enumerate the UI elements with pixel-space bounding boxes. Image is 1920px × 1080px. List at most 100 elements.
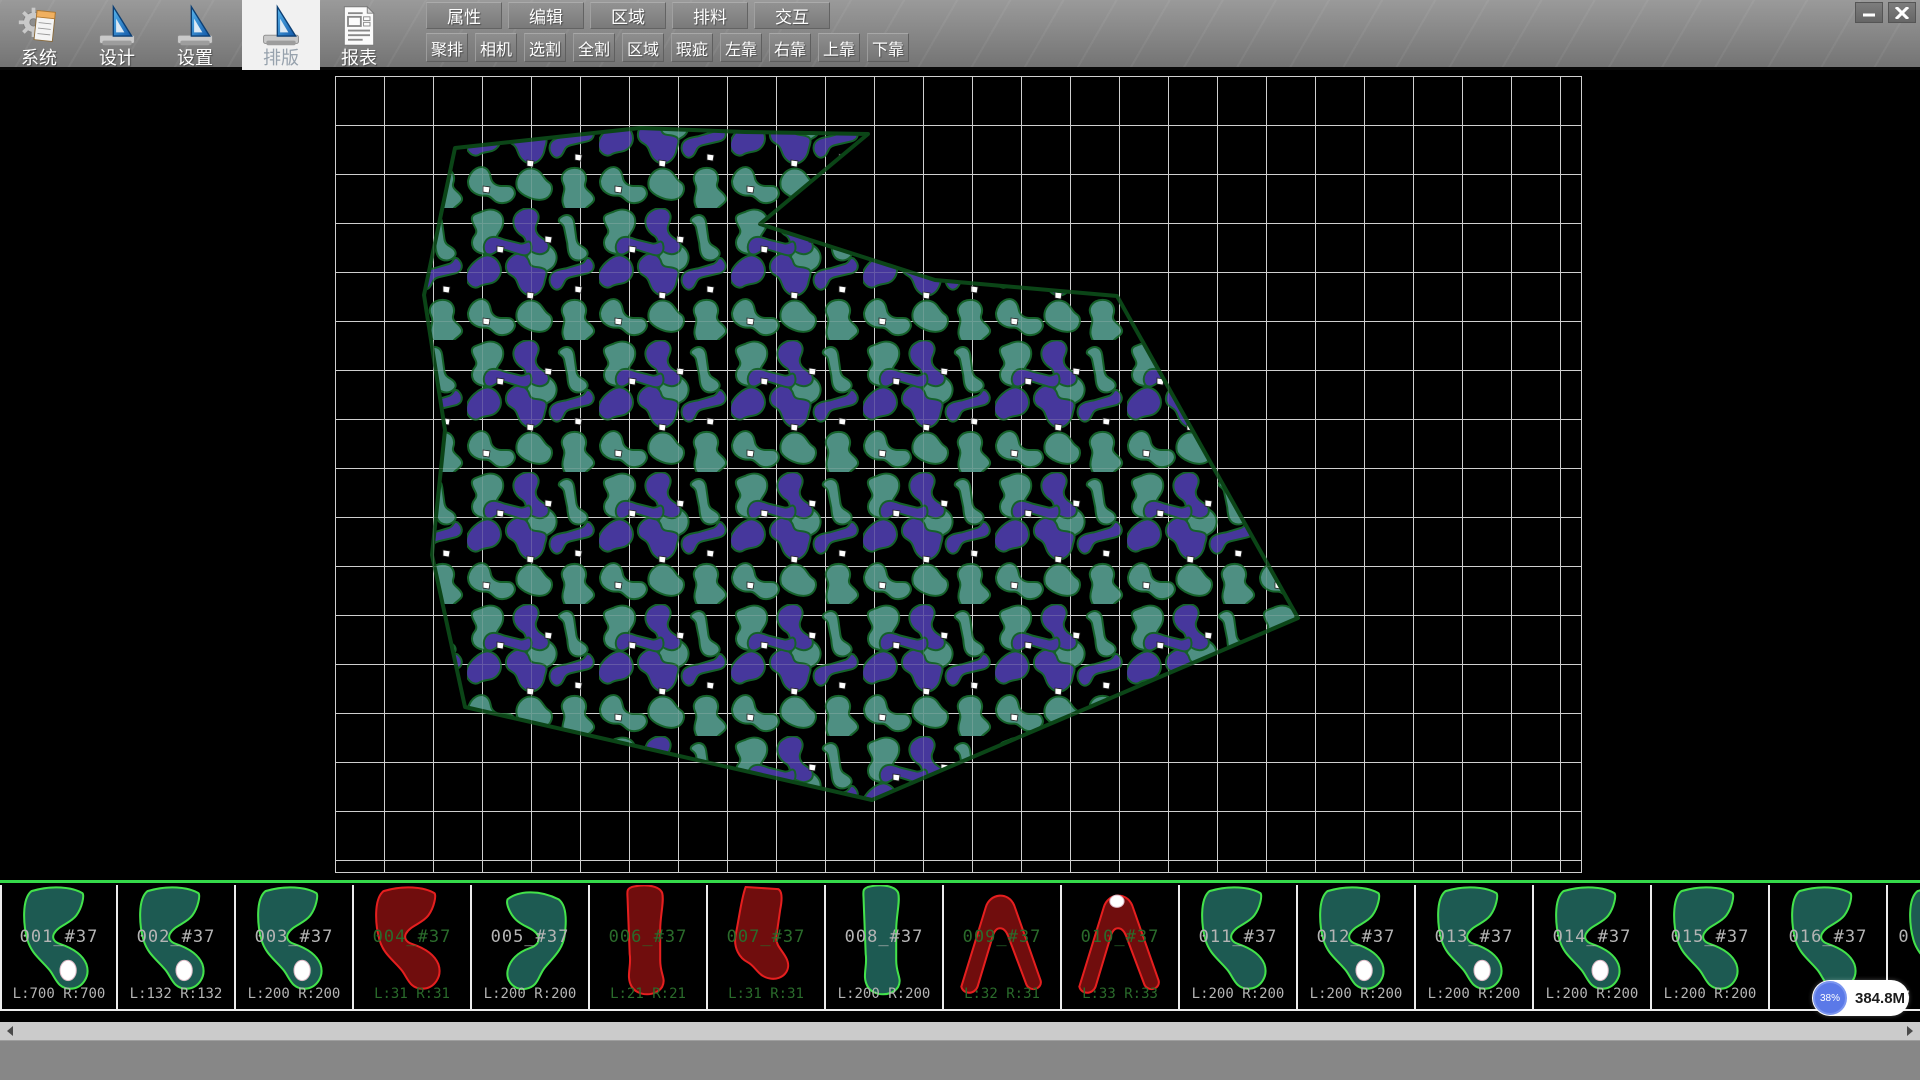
nesting-setsquare-icon <box>259 4 303 48</box>
close-button[interactable] <box>1888 2 1916 23</box>
part-thumbnail[interactable]: 004_#37 L:31 R:31 <box>354 885 472 1011</box>
menu-properties[interactable]: 属性 <box>426 2 502 29</box>
part-name: 008_#37 <box>826 927 942 947</box>
part-counts: L:200 R:200 <box>1180 986 1296 1002</box>
tool-align-bottom[interactable]: 下靠 <box>867 33 909 62</box>
scroll-right-button[interactable] <box>1900 1022 1920 1040</box>
window-controls <box>1855 2 1916 23</box>
part-thumbnail[interactable]: 014_#37 L:200 R:200 <box>1534 885 1652 1011</box>
scroll-left-button[interactable] <box>0 1022 20 1040</box>
tool-row: 聚排 相机 选割 全割 区域 瑕疵 左靠 右靠 上靠 下靠 <box>426 33 909 62</box>
scroll-right-icon <box>1907 1026 1913 1036</box>
main-toolbar: 系统 设计 设置 排版 <box>0 0 1920 70</box>
part-counts: L:200 R:200 <box>472 986 588 1002</box>
close-icon <box>1895 7 1909 19</box>
tab-settings-label: 设置 <box>177 48 213 68</box>
tool-camera[interactable]: 相机 <box>475 33 517 62</box>
part-thumbnail[interactable]: 012_#37 L:200 R:200 <box>1298 885 1416 1011</box>
tab-design[interactable]: 设计 <box>78 0 156 70</box>
tab-system[interactable]: 系统 <box>0 0 78 70</box>
part-name: 005_#37 <box>472 927 588 947</box>
part-name: 014_#37 <box>1534 927 1650 947</box>
memory-usage-label: 384.8M <box>1855 990 1905 1007</box>
part-counts: L:200 R:200 <box>1652 986 1768 1002</box>
part-counts: L:200 R:200 <box>1534 986 1650 1002</box>
part-thumbnail[interactable]: 013_#37 L:200 R:200 <box>1416 885 1534 1011</box>
tool-region[interactable]: 区域 <box>622 33 664 62</box>
horizontal-scrollbar[interactable] <box>0 1022 1920 1040</box>
tab-system-label: 系统 <box>21 48 57 68</box>
tab-report-label: 报表 <box>341 48 377 68</box>
design-setsquare-icon <box>95 4 139 48</box>
tool-select-cut[interactable]: 选割 <box>524 33 566 62</box>
tab-report[interactable]: 报表 <box>320 0 398 70</box>
part-name: 003_#37 <box>236 927 352 947</box>
scroll-left-icon <box>7 1026 13 1036</box>
menu-region[interactable]: 区域 <box>590 2 666 29</box>
part-name: 007_#37 <box>708 927 824 947</box>
part-thumbnail[interactable]: 003_#37 L:200 R:200 <box>236 885 354 1011</box>
part-counts: L:700 R:700 <box>2 986 116 1002</box>
part-thumbnail[interactable]: 011_#37 L:200 R:200 <box>1180 885 1298 1011</box>
part-thumbnail[interactable]: 002_#37 L:132 R:132 <box>118 885 236 1011</box>
canvas-grid <box>335 76 1582 873</box>
part-counts: L:31 R:31 <box>708 986 824 1002</box>
part-counts: L:31 R:31 <box>354 986 470 1002</box>
nesting-canvas[interactable] <box>0 70 1920 880</box>
part-thumbnail[interactable]: 005_#37 L:200 R:200 <box>472 885 590 1011</box>
part-counts: L:21 R:21 <box>590 986 706 1002</box>
minimize-icon <box>1862 7 1876 19</box>
menu-row: 属性 编辑 区域 排料 交互 <box>426 2 830 29</box>
tool-cut-all[interactable]: 全割 <box>573 33 615 62</box>
part-name: 001_#37 <box>2 927 116 947</box>
part-thumbnail[interactable]: 007_#37 L:31 R:31 <box>708 885 826 1011</box>
part-name: 015_#37 <box>1652 927 1768 947</box>
parts-strip: 001_#37 L:700 R:700 002_#37 L:132 R:132 … <box>0 885 1920 1011</box>
part-thumbnail[interactable]: 006_#37 L:21 R:21 <box>590 885 708 1011</box>
menu-interact[interactable]: 交互 <box>754 2 830 29</box>
progress-bubble: 38% 384.8M <box>1812 980 1909 1016</box>
part-counts: L:132 R:132 <box>118 986 234 1002</box>
part-name: 009_#37 <box>944 927 1060 947</box>
part-counts: L:200 R:200 <box>1298 986 1414 1002</box>
part-name: 002_#37 <box>118 927 234 947</box>
minimize-button[interactable] <box>1855 2 1883 23</box>
status-bar <box>0 1040 1920 1080</box>
settings-setsquare-icon <box>173 4 217 48</box>
part-name: 011_#37 <box>1180 927 1296 947</box>
part-thumbnail[interactable]: 009_#37 L:32 R:31 <box>944 885 1062 1011</box>
part-counts: L:32 R:31 <box>944 986 1060 1002</box>
tool-align-right[interactable]: 右靠 <box>769 33 811 62</box>
tab-nesting-label: 排版 <box>263 48 299 68</box>
part-thumbnail[interactable]: 001_#37 L:700 R:700 <box>0 885 118 1011</box>
part-name: 013_#37 <box>1416 927 1532 947</box>
part-name: 0 <box>1888 927 1920 947</box>
part-thumbnail[interactable]: 015_#37 L:200 R:200 <box>1652 885 1770 1011</box>
ribbon-tabs: 系统 设计 设置 排版 <box>0 0 398 70</box>
part-counts: L:200 R:200 <box>826 986 942 1002</box>
tool-defect[interactable]: 瑕疵 <box>671 33 713 62</box>
tab-design-label: 设计 <box>99 48 135 68</box>
part-name: 012_#37 <box>1298 927 1414 947</box>
strip-top-divider <box>0 880 1920 883</box>
system-gear-icon <box>17 4 61 48</box>
menu-edit[interactable]: 编辑 <box>508 2 584 29</box>
tool-align-top[interactable]: 上靠 <box>818 33 860 62</box>
part-thumbnail[interactable]: 010_#37 L:33 R:33 <box>1062 885 1180 1011</box>
tab-settings[interactable]: 设置 <box>156 0 234 70</box>
part-thumbnail[interactable]: 008_#37 L:200 R:200 <box>826 885 944 1011</box>
progress-percent-badge: 38% <box>1813 981 1847 1015</box>
part-name: 016_#37 <box>1770 927 1886 947</box>
part-name: 010_#37 <box>1062 927 1178 947</box>
parts-panel: 001_#37 L:700 R:700 002_#37 L:132 R:132 … <box>0 880 1920 1022</box>
part-counts: L:200 R:200 <box>236 986 352 1002</box>
tool-cluster-nest[interactable]: 聚排 <box>426 33 468 62</box>
part-name: 006_#37 <box>590 927 706 947</box>
menu-nest[interactable]: 排料 <box>672 2 748 29</box>
part-counts: L:200 R:200 <box>1416 986 1532 1002</box>
tab-nesting[interactable]: 排版 <box>242 0 320 70</box>
part-counts: L:33 R:33 <box>1062 986 1178 1002</box>
tool-align-left[interactable]: 左靠 <box>720 33 762 62</box>
part-name: 004_#37 <box>354 927 470 947</box>
report-document-icon <box>337 4 381 48</box>
